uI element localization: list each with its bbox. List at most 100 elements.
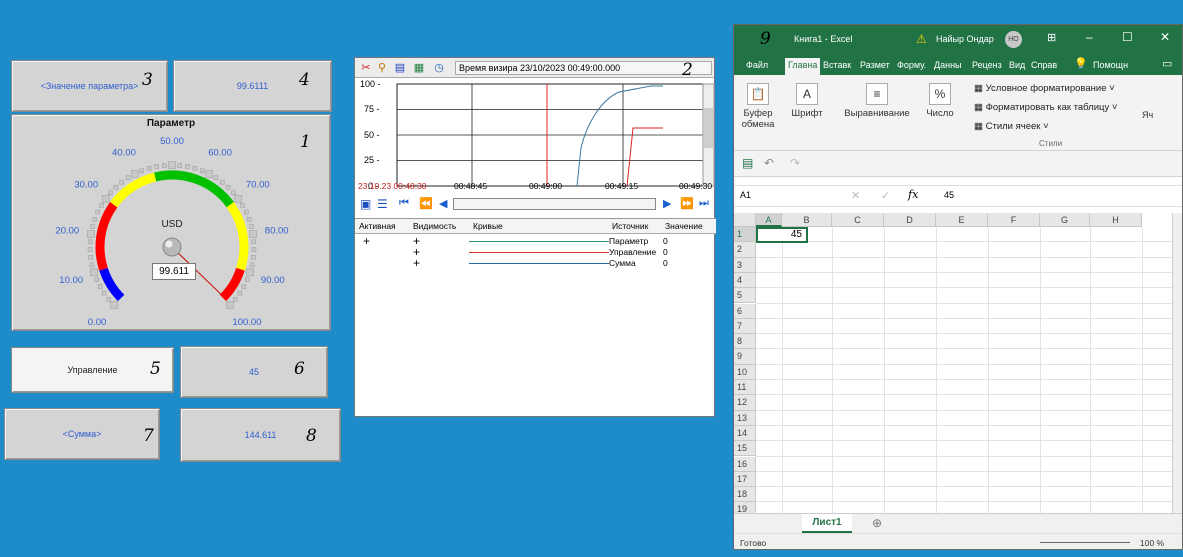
zoom-slider[interactable] [1040, 542, 1130, 543]
redo-icon[interactable]: ↷ [790, 156, 800, 170]
select-all-corner[interactable] [734, 213, 756, 227]
fast-forward-icon[interactable]: ⏩ [680, 197, 694, 210]
clipboard-button[interactable]: 📋 Буфер обмена [740, 83, 776, 130]
minimize-icon[interactable]: – [1086, 30, 1093, 44]
forward-icon[interactable]: ▶ [663, 197, 671, 210]
chart-settings-icon[interactable]: ▦ [413, 62, 425, 74]
fast-back-icon[interactable]: ⏪ [419, 197, 433, 210]
tab-data[interactable]: Данны [934, 58, 962, 75]
ribbon-display-icon[interactable]: ⊞ [1047, 31, 1056, 44]
list-icon[interactable]: ☰ [377, 197, 388, 211]
tab-help[interactable]: Справ [1031, 58, 1057, 75]
sheet-tab[interactable]: Лист1 [802, 514, 852, 533]
x-tick-4: 00:49:30 [679, 181, 713, 191]
row-header-10[interactable]: 10 [734, 364, 756, 380]
tab-review[interactable]: Реценз [972, 58, 1002, 75]
undo-icon[interactable]: ↶ [764, 156, 774, 170]
maximize-icon[interactable]: ☐ [1122, 30, 1133, 44]
gauge-minor-tick [213, 175, 219, 181]
avatar[interactable]: НО [1005, 31, 1022, 48]
enter-icon[interactable]: ✓ [881, 189, 890, 202]
column-header-d[interactable]: D [884, 213, 936, 227]
row-header-8[interactable]: 8 [734, 334, 756, 350]
back-icon[interactable]: ◀ [439, 197, 447, 210]
tab-insert[interactable]: Вставк [823, 58, 851, 75]
align-button[interactable]: ≡ Выравнивание [842, 83, 912, 119]
last-icon[interactable]: ⏭ [699, 197, 709, 210]
database-icon[interactable]: ▤ [394, 62, 406, 74]
legend-active-toggle[interactable]: + [363, 235, 370, 247]
close-icon[interactable]: ✕ [1160, 30, 1170, 44]
ribbon: 📋 Буфер обмена A Шрифт ≡ Выравнивание % … [734, 75, 1182, 151]
cut-icon[interactable]: ✂ [360, 62, 372, 74]
tell-me[interactable]: Помощн [1093, 58, 1128, 75]
cell-styles-button[interactable]: ▦ Стили ячеек ˅ [974, 121, 1049, 132]
row-header-11[interactable]: 11 [734, 380, 756, 396]
row-gridline [756, 363, 1176, 365]
trend-scrollbar-thumb[interactable] [704, 108, 713, 148]
tab-layout[interactable]: Размет [860, 58, 890, 75]
column-header-e[interactable]: E [936, 213, 988, 227]
column-header-f[interactable]: F [988, 213, 1040, 227]
control-value-field[interactable]: 45 [180, 346, 328, 398]
row-header-7[interactable]: 7 [734, 318, 756, 335]
time-scrollbar[interactable] [453, 198, 656, 210]
cell-a1[interactable]: 45 [756, 227, 808, 243]
row-header-1[interactable]: 1 [734, 227, 756, 243]
tab-view[interactable]: Вид [1009, 58, 1025, 75]
column-header-g[interactable]: G [1040, 213, 1090, 227]
gauge-minor-tick [241, 284, 247, 289]
row-header-13[interactable]: 13 [734, 410, 756, 426]
gauge-minor-tick [87, 239, 93, 245]
column-header-a[interactable]: A [756, 213, 782, 227]
gauge-minor-tick [92, 216, 98, 222]
add-sheet-icon[interactable]: ⊕ [872, 516, 882, 530]
styles-group-label: Стили [1039, 139, 1063, 148]
row-header-17[interactable]: 17 [734, 471, 756, 488]
sum-label-field[interactable]: <Сумма> [4, 408, 160, 460]
tab-file[interactable]: Файл [746, 58, 768, 75]
font-button[interactable]: A Шрифт [789, 83, 825, 119]
row-header-5[interactable]: 5 [734, 288, 756, 304]
row-header-4[interactable]: 4 [734, 272, 756, 289]
comment-icon[interactable]: ▭ [1162, 57, 1172, 70]
row-header-15[interactable]: 15 [734, 441, 756, 457]
format-table-button[interactable]: ▦ Форматировать как таблицу ˅ [974, 102, 1117, 113]
first-icon[interactable]: ⏮ [399, 197, 409, 210]
gauge-hub-highlight [165, 240, 173, 248]
formula-input[interactable]: 45 [944, 190, 954, 200]
legend-source: Сумма [609, 258, 636, 268]
save-icon[interactable]: ▤ [742, 156, 753, 170]
row-header-12[interactable]: 12 [734, 395, 756, 411]
zoom-icon[interactable]: ⚲ [376, 62, 388, 74]
cells-button[interactable]: Яч [1142, 110, 1153, 120]
cond-format-button[interactable]: ▦ Условное форматирование ˅ [974, 83, 1115, 94]
row-header-16[interactable]: 16 [734, 456, 756, 472]
vertical-scrollbar[interactable] [1172, 213, 1182, 513]
tab-home[interactable]: Главна [785, 58, 821, 75]
column-gridline [782, 227, 783, 513]
control-label: Управление [67, 365, 118, 375]
number-button[interactable]: % Число [922, 83, 958, 119]
tab-formulas[interactable]: Форму. [897, 58, 926, 75]
gauge-minor-tick [192, 166, 198, 171]
row-header-6[interactable]: 6 [734, 303, 756, 319]
row-header-3[interactable]: 3 [734, 257, 756, 273]
name-box[interactable]: A1 [740, 190, 751, 200]
column-header-h[interactable]: H [1090, 213, 1142, 227]
x-axis: 23.10.23 00:48:30 00:48:45 00:49:00 00:4… [355, 181, 716, 193]
row-header-14[interactable]: 14 [734, 425, 756, 442]
save-icon[interactable]: ▣ [360, 197, 371, 211]
row-header-2[interactable]: 2 [734, 242, 756, 258]
function-icon[interactable]: fx [908, 188, 918, 201]
gauge-band-45-70 [154, 170, 234, 208]
column-header-c[interactable]: C [832, 213, 884, 227]
spreadsheet-grid[interactable]: A B C D E F G H 1 2 3 4 5 6 7 8 9 10 11 12 13 14 15 16 17 18 19 45 [734, 213, 1182, 518]
clock-icon[interactable]: ◷ [433, 62, 445, 74]
legend-visibility-toggle[interactable]: + [413, 257, 420, 269]
row-header-18[interactable]: 18 [734, 487, 756, 503]
row-header-9[interactable]: 9 [734, 349, 756, 365]
cancel-icon[interactable]: ✕ [851, 189, 860, 202]
column-header-b[interactable]: B [782, 213, 832, 227]
gauge-tick-label: 100.00 [232, 317, 261, 328]
